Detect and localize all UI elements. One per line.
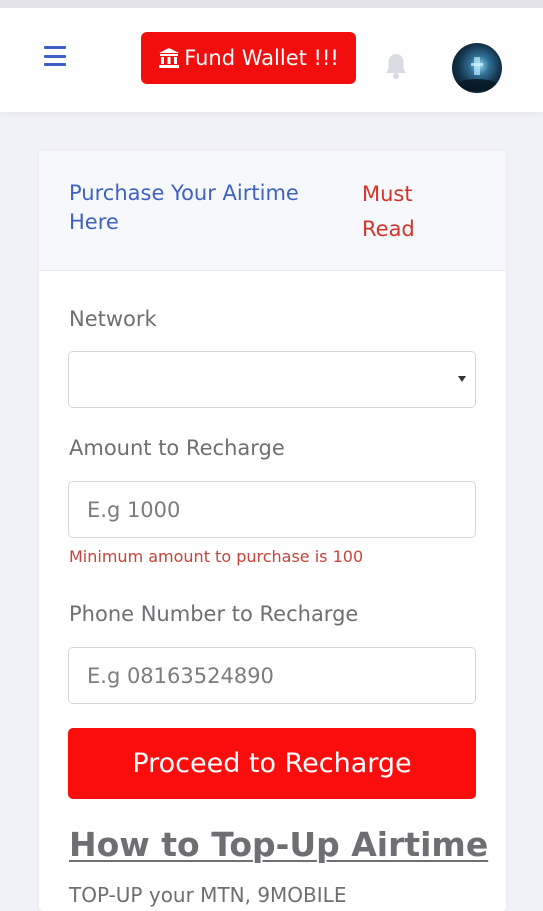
network-label: Network xyxy=(69,307,157,331)
phone-label: Phone Number to Recharge xyxy=(69,602,359,626)
airtime-purchase-card: Purchase Your Airtime Here Must Read Net… xyxy=(39,151,506,911)
card-title: Purchase Your Airtime Here xyxy=(69,181,299,234)
bank-icon xyxy=(159,48,180,68)
network-select[interactable] xyxy=(68,351,476,408)
amount-hint: Minimum amount to purchase is 100 xyxy=(69,547,364,566)
card-header: Purchase Your Airtime Here Must Read xyxy=(39,151,506,271)
bell-icon[interactable] xyxy=(383,52,409,80)
phone-field xyxy=(68,647,476,704)
fund-wallet-label: Fund Wallet !!! xyxy=(184,46,339,70)
amount-label: Amount to Recharge xyxy=(69,436,285,460)
chevron-down-icon xyxy=(458,376,466,382)
hamburger-menu-icon[interactable] xyxy=(44,46,66,66)
fund-wallet-button[interactable]: Fund Wallet !!! xyxy=(141,32,356,84)
profile-avatar[interactable] xyxy=(452,43,502,93)
amount-input[interactable] xyxy=(69,482,475,537)
howto-title: How to Top-Up Airtime xyxy=(69,825,489,864)
must-read-link[interactable]: Must Read xyxy=(362,177,442,247)
phone-input[interactable] xyxy=(69,648,475,703)
top-navbar: Fund Wallet !!! xyxy=(0,8,543,112)
howto-text: TOP-UP your MTN, 9MOBILE xyxy=(69,883,347,907)
top-strip xyxy=(0,0,543,8)
proceed-to-recharge-button[interactable]: Proceed to Recharge xyxy=(68,728,476,799)
amount-field xyxy=(68,481,476,538)
